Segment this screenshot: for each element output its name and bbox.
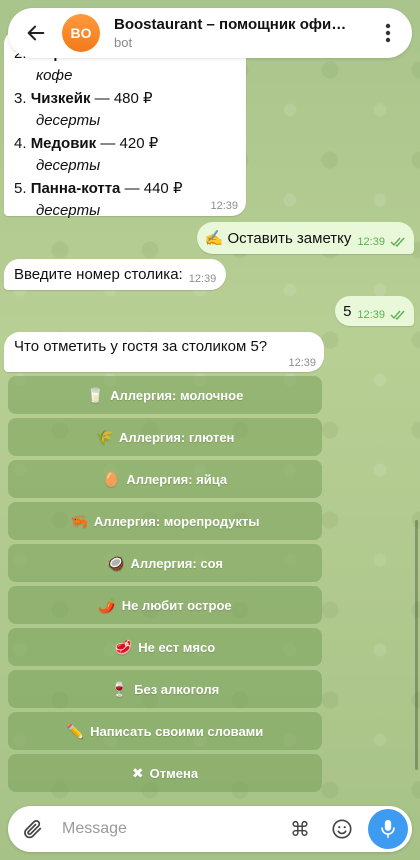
milk-icon: 🥛 — [86, 386, 105, 403]
chili-pepper-icon: 🌶️ — [98, 596, 116, 613]
kb-no-meat-button[interactable]: 🥩 Не ест мясо — [8, 628, 322, 666]
pencil-icon: ✏️ — [66, 722, 85, 739]
bot-commands-button[interactable]: ⌘ — [284, 817, 316, 842]
inline-keyboard: 🥛 Аллергия: молочное 🌾 Аллергия: глютен 🥚 А… — [8, 376, 322, 796]
smile-icon — [332, 819, 352, 839]
incoming-message: Что отметить у гостя за столиком 5? 12:3… — [4, 332, 324, 372]
message-time: 12:39 — [357, 309, 385, 321]
shrimp-icon: 🦐 — [70, 512, 88, 529]
egg-icon: 🥚 — [102, 470, 121, 487]
message-text: 5 — [343, 302, 352, 320]
list-item: 5. Панна-котта — 440 ₽ десерты — [14, 180, 183, 219]
message-text: Введите номер столика: — [14, 266, 183, 283]
message-text: Что отметить у гостя за столиком 5? — [14, 338, 268, 355]
wheat-icon: 🌾 — [95, 428, 113, 445]
outgoing-message: 5 12:39 — [335, 296, 414, 326]
microphone-icon — [381, 819, 395, 838]
outgoing-message: ✍️ Оставить заметку 12:39 — [196, 222, 414, 254]
kb-cancel-button[interactable]: ✖ Отмена — [8, 754, 322, 792]
kb-allergy-gluten-button[interactable]: 🌾 Аллергия: глютен — [8, 418, 322, 456]
chat-header: BO Boostaurant – помощник офи… bot — [8, 8, 412, 58]
kb-allergy-soy-button[interactable]: 🥥 Аллергия: соя — [8, 544, 322, 582]
scrollbar[interactable] — [415, 520, 418, 770]
chat-title: Boostaurant – помощник офи… — [114, 16, 347, 33]
more-menu-button[interactable] — [374, 15, 402, 51]
kb-allergy-dairy-button[interactable]: 🥛 Аллергия: молочное — [8, 376, 322, 414]
wine-glass-icon: 🍷 — [110, 680, 129, 697]
meat-icon: 🥩 — [114, 638, 133, 655]
list-item: 3. Чизкейк — 480 ₽ десерты — [14, 90, 153, 129]
more-vertical-icon — [385, 23, 391, 43]
back-button[interactable] — [18, 15, 54, 51]
attach-button[interactable] — [18, 818, 48, 840]
kb-allergy-eggs-button[interactable]: 🥚 Аллергия: яйца — [8, 460, 322, 498]
avatar[interactable]: BO — [62, 14, 100, 52]
emoji-button[interactable] — [326, 818, 358, 840]
coconut-icon: 🥥 — [107, 554, 125, 571]
message-input[interactable] — [62, 820, 284, 838]
list-item: 4. Медовик — 420 ₽ десерты — [14, 135, 159, 174]
incoming-message: Введите номер столика: 12:39 — [4, 259, 227, 290]
kb-no-spicy-button[interactable]: 🌶️ Не любит острое — [8, 586, 322, 624]
paperclip-icon — [24, 820, 42, 839]
double-check-icon — [390, 237, 405, 248]
message-text: ✍️ Оставить заметку — [204, 230, 352, 247]
message-time: 12:39 — [210, 200, 238, 212]
kb-allergy-seafood-button[interactable]: 🦐 Аллергия: морепродукты — [8, 502, 322, 540]
chat-subtitle: bot — [114, 35, 133, 50]
message-time: 12:39 — [357, 236, 385, 248]
chat-info[interactable]: Boostaurant – помощник офи… bot — [114, 16, 374, 50]
arrow-left-icon — [27, 25, 45, 41]
close-icon: ✖ — [131, 764, 144, 781]
kb-no-alcohol-button[interactable]: 🍷 Без алкоголя — [8, 670, 322, 708]
voice-record-button[interactable] — [368, 809, 408, 849]
message-composer: ⌘ — [8, 806, 412, 852]
message-time: 12:39 — [288, 357, 316, 369]
kb-custom-note-button[interactable]: ✏️ Написать своими словами — [8, 712, 322, 750]
double-check-icon — [390, 310, 405, 321]
command-icon: ⌘ — [290, 818, 310, 841]
message-time: 12:39 — [188, 272, 217, 285]
